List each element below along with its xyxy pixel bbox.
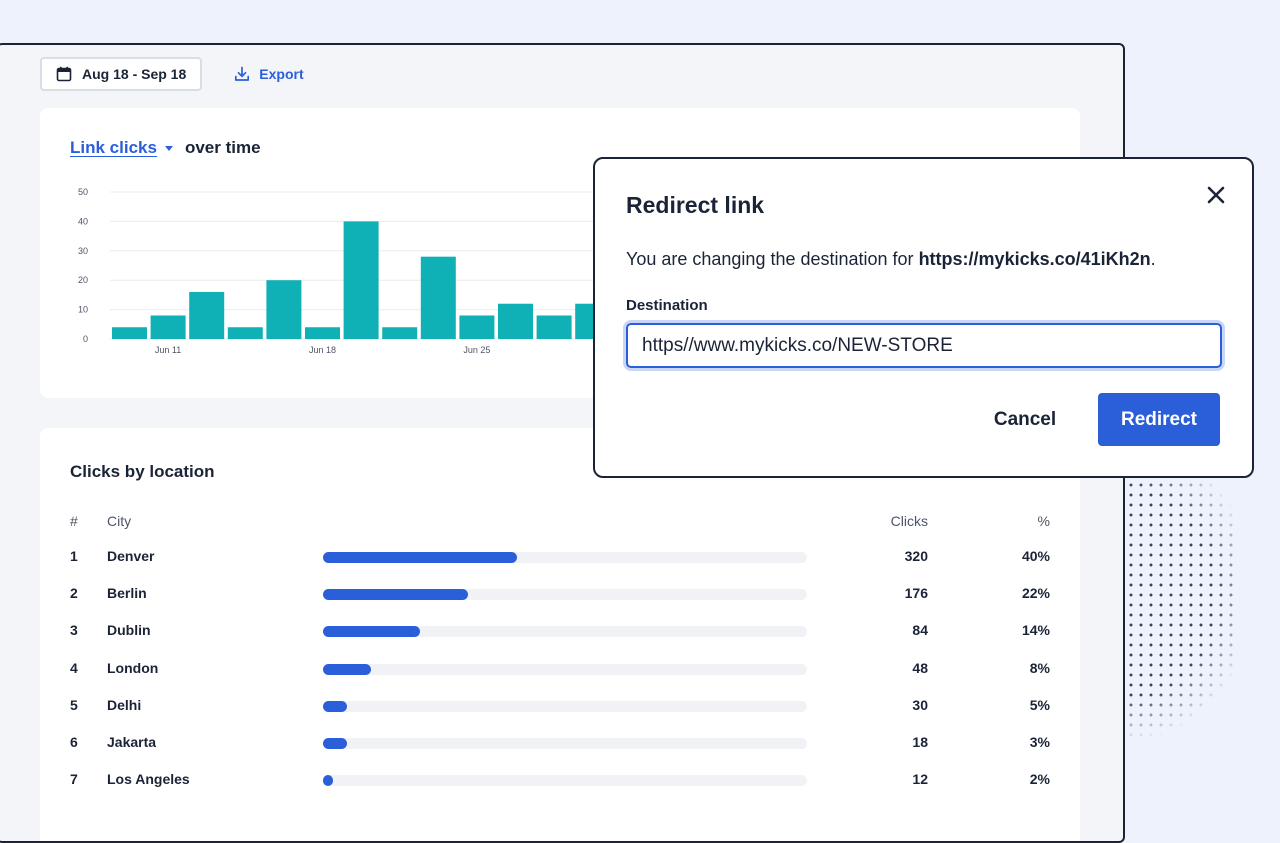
chart-bar[interactable] <box>189 291 225 339</box>
chart-bar[interactable] <box>266 280 302 339</box>
row-percent: 8% <box>1029 659 1050 676</box>
row-clicks: 320 <box>904 548 928 564</box>
row-city: Delhi <box>107 696 142 713</box>
chart-bar[interactable] <box>305 327 340 339</box>
export-label: Export <box>259 66 304 82</box>
row-city: London <box>107 659 159 676</box>
share-bar-track <box>323 626 807 638</box>
share-bar-fill <box>323 589 468 601</box>
chart-bar[interactable] <box>536 315 572 339</box>
table-row: 6 Jakarta 18 3% <box>40 734 1080 754</box>
x-tick-label: Jun 11 <box>155 345 181 355</box>
share-bar-fill <box>323 626 420 638</box>
row-city: Dublin <box>107 622 151 639</box>
share-bar-track <box>323 775 807 787</box>
row-rank: 7 <box>70 771 78 788</box>
download-icon <box>235 66 250 81</box>
row-clicks: 12 <box>912 771 928 788</box>
toolbar: Aug 18 - Sep 18 Export <box>40 57 304 91</box>
chart-title-suffix: over time <box>184 138 261 157</box>
chart-title: Link clicks over time <box>70 138 261 158</box>
y-tick-label: 50 <box>78 187 88 197</box>
chart-bar[interactable] <box>420 256 456 339</box>
share-bar-track <box>323 589 807 601</box>
share-bar-track <box>323 700 807 712</box>
destination-input[interactable] <box>626 323 1222 368</box>
table-row: 2 Berlin 176 22% <box>40 585 1080 605</box>
calendar-icon <box>56 66 72 82</box>
chart-bar[interactable] <box>382 327 418 339</box>
redirect-link-modal: Redirect link You are changing the desti… <box>593 157 1254 478</box>
row-percent: 40% <box>1021 548 1050 564</box>
row-percent: 22% <box>1021 585 1050 602</box>
row-clicks: 176 <box>904 585 928 602</box>
table-row: 4 London 48 8% <box>40 660 1080 680</box>
share-bar-track <box>323 552 807 563</box>
row-rank: 3 <box>70 622 78 639</box>
y-tick-label: 10 <box>78 305 88 315</box>
row-percent: 14% <box>1021 622 1050 639</box>
row-city: Denver <box>107 548 155 564</box>
column-header-city: City <box>107 513 132 529</box>
chart-bar[interactable] <box>498 303 533 339</box>
close-icon[interactable] <box>1204 183 1228 207</box>
column-header-percent: % <box>1037 513 1050 529</box>
x-tick-label: Jun 25 <box>463 345 490 355</box>
row-rank: 6 <box>70 734 78 750</box>
row-clicks: 84 <box>912 622 928 639</box>
row-percent: 2% <box>1029 771 1050 788</box>
table-row: 5 Delhi 30 5% <box>40 697 1080 717</box>
modal-title: Redirect link <box>626 192 765 218</box>
modal-description: You are changing the destination for htt… <box>626 249 1156 270</box>
description-prefix: You are changing the destination for <box>626 249 919 269</box>
y-tick-label: 30 <box>78 246 88 256</box>
metric-dropdown[interactable]: Link clicks <box>70 138 157 158</box>
y-tick-label: 40 <box>78 216 88 226</box>
row-percent: 3% <box>1029 734 1050 750</box>
share-bar-fill <box>323 700 347 712</box>
short-link: https://mykicks.co/41iKh2n <box>918 249 1151 269</box>
redirect-button[interactable]: Redirect <box>1098 393 1220 446</box>
column-header-clicks: Clicks <box>890 513 928 529</box>
export-button[interactable]: Export <box>234 66 304 82</box>
share-bar-fill <box>323 738 347 749</box>
clicks-by-location-card: Clicks by location # City Clicks % 1 Denv… <box>40 428 1080 841</box>
cancel-button[interactable]: Cancel <box>975 393 1075 446</box>
row-rank: 5 <box>70 696 78 713</box>
share-bar-fill <box>323 775 333 787</box>
share-bar-fill <box>323 663 371 675</box>
column-header-rank: # <box>70 513 78 529</box>
chart-bar[interactable] <box>112 327 147 339</box>
row-rank: 2 <box>70 585 78 602</box>
location-section-title: Clicks by location <box>70 462 215 481</box>
row-clicks: 30 <box>912 696 928 713</box>
share-bar-track <box>323 663 807 675</box>
row-city: Jakarta <box>107 734 157 750</box>
row-rank: 4 <box>70 659 78 676</box>
description-suffix: . <box>1150 249 1156 269</box>
row-city: Los Angeles <box>107 771 190 788</box>
chart-bar[interactable] <box>227 327 263 339</box>
share-bar-track <box>323 738 807 749</box>
row-clicks: 18 <box>912 734 928 750</box>
destination-label: Destination <box>626 297 708 314</box>
chart-bar[interactable] <box>150 315 186 339</box>
caret-down-icon[interactable] <box>164 145 173 151</box>
table-row: 7 Los Angeles 12 2% <box>40 771 1080 791</box>
dot-pattern-decoration <box>1126 470 1236 740</box>
row-rank: 1 <box>70 548 78 564</box>
x-tick-label: Jun 18 <box>309 345 336 355</box>
y-tick-label: 0 <box>83 334 88 344</box>
row-city: Berlin <box>107 585 147 602</box>
chart-bar[interactable] <box>343 221 379 339</box>
chart-bar[interactable] <box>459 315 495 339</box>
share-bar-fill <box>323 552 517 563</box>
y-tick-label: 20 <box>78 275 88 285</box>
row-clicks: 48 <box>912 659 928 676</box>
table-row: 3 Dublin 84 14% <box>40 622 1080 642</box>
table-row: 1 Denver 320 40% <box>40 548 1080 568</box>
row-percent: 5% <box>1029 696 1050 713</box>
date-range-button[interactable]: Aug 18 - Sep 18 <box>40 57 203 91</box>
date-range-label: Aug 18 - Sep 18 <box>82 66 187 82</box>
